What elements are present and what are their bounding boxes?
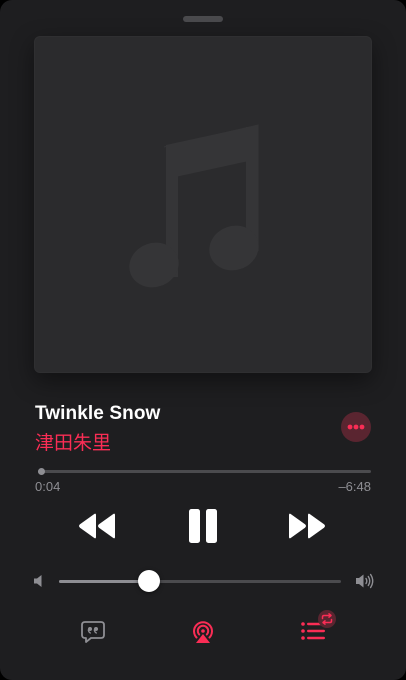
pause-icon bbox=[189, 509, 217, 543]
lyrics-button[interactable] bbox=[80, 619, 106, 645]
fast-forward-icon bbox=[289, 513, 325, 539]
ellipsis-icon bbox=[347, 424, 365, 430]
album-artwork bbox=[34, 36, 372, 373]
more-options-button[interactable] bbox=[341, 412, 371, 442]
volume-low-button bbox=[33, 574, 45, 593]
sheet-grabber[interactable] bbox=[183, 16, 223, 22]
track-title: Twinkle Snow bbox=[35, 403, 161, 424]
airplay-button[interactable] bbox=[190, 619, 216, 645]
pause-button[interactable] bbox=[187, 508, 219, 544]
speaker-low-icon bbox=[34, 575, 42, 587]
queue-icon bbox=[301, 610, 336, 640]
repeat-icon bbox=[318, 610, 336, 628]
volume-knob[interactable] bbox=[138, 570, 161, 592]
track-artist[interactable]: 津田朱里 bbox=[35, 428, 111, 455]
fast-forward-button[interactable] bbox=[288, 513, 326, 539]
speaker-high-icon bbox=[356, 573, 374, 589]
now-playing-sheet: Twinkle Snow 津田朱里 0:04 –6:48 bbox=[0, 0, 406, 680]
progress-scrubber[interactable] bbox=[38, 468, 371, 475]
volume-slider[interactable] bbox=[59, 570, 341, 592]
volume-high-button bbox=[355, 572, 375, 595]
progress-knob[interactable] bbox=[38, 468, 46, 475]
remaining-time: –6:48 bbox=[338, 479, 371, 494]
music-note-icon bbox=[129, 124, 259, 288]
airplay-icon bbox=[193, 621, 213, 643]
queue-button[interactable] bbox=[300, 610, 338, 644]
lyrics-icon bbox=[81, 621, 105, 643]
elapsed-time: 0:04 bbox=[35, 479, 61, 494]
rewind-button[interactable] bbox=[78, 513, 116, 539]
volume-fill bbox=[59, 580, 150, 583]
rewind-icon bbox=[79, 513, 115, 539]
